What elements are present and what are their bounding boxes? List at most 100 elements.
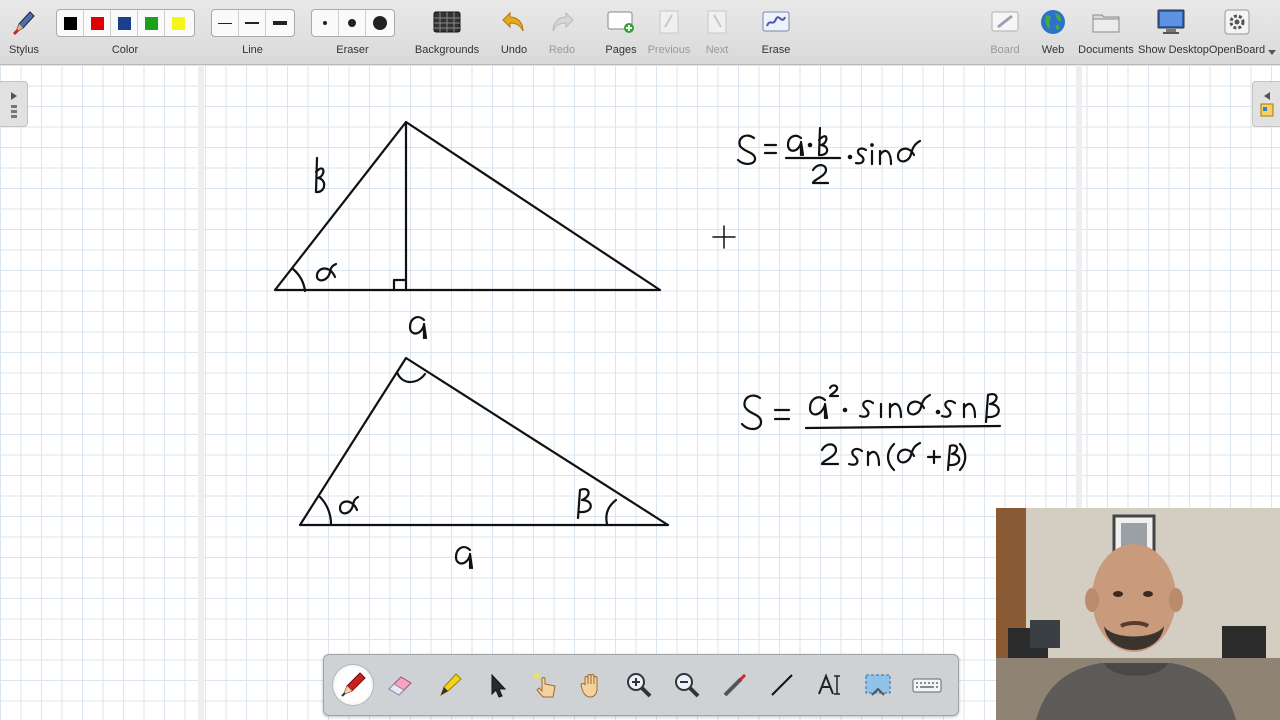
triangle-1: [273, 120, 662, 340]
presenter-video-frame: [996, 508, 1280, 720]
hand-icon: [580, 674, 598, 698]
formula-1: [736, 126, 922, 185]
arrow-cursor-icon: [491, 673, 507, 698]
next-page-icon: [702, 8, 732, 36]
previous-button[interactable]: Previous: [646, 0, 692, 64]
eraser-tool-button[interactable]: [380, 665, 420, 705]
laser-pointer-tool-button[interactable]: [525, 665, 565, 705]
previous-label: Previous: [647, 44, 691, 56]
tri1-b-label-glyph: [314, 156, 326, 194]
presenter-webcam-video: [996, 508, 1280, 720]
add-page-icon: [606, 8, 636, 36]
tri2-alpha-glyph: [338, 495, 360, 515]
keyboard-tool-button[interactable]: [907, 665, 947, 705]
color-green[interactable]: [138, 10, 165, 36]
show-desktop-button[interactable]: Show Desktop: [1138, 0, 1209, 64]
color-picker: [56, 9, 195, 37]
color-group: Color: [56, 0, 195, 64]
eraser-icon: [388, 676, 412, 696]
zoom-in-icon: [627, 673, 652, 698]
laser-pointer-icon: [723, 673, 747, 697]
board-label: Board: [990, 44, 1020, 56]
next-button[interactable]: Next: [697, 0, 737, 64]
pages-button[interactable]: Pages: [600, 0, 642, 64]
text-tool-button[interactable]: [810, 665, 850, 705]
gear-icon: [1222, 8, 1252, 36]
erase-label: Erase: [761, 44, 791, 56]
line-group: Line: [211, 0, 295, 64]
line-tool-button[interactable]: [762, 665, 802, 705]
stylus-label: Stylus: [9, 44, 39, 56]
monitor-icon: [1156, 8, 1186, 36]
documents-button[interactable]: Documents: [1078, 0, 1134, 64]
board-button[interactable]: Board: [985, 0, 1025, 64]
pen-tool-button[interactable]: [333, 665, 373, 705]
tri1-a-label-glyph: [408, 316, 428, 340]
pages-label: Pages: [605, 44, 637, 56]
web-button[interactable]: Web: [1033, 0, 1073, 64]
pointer-tool-button[interactable]: [715, 665, 755, 705]
keyboard-icon: [912, 678, 942, 693]
dropdown-arrow-icon[interactable]: [1268, 50, 1276, 55]
eraser-medium[interactable]: [339, 10, 366, 36]
erase-board-icon: [761, 8, 791, 36]
web-label: Web: [1041, 44, 1065, 56]
erase-button[interactable]: Erase: [755, 0, 797, 64]
capture-tool-button[interactable]: [858, 665, 898, 705]
line-thin[interactable]: [212, 10, 239, 36]
highlighter-icon: [440, 673, 462, 697]
marker-tool-button[interactable]: [429, 665, 469, 705]
line-width-picker: [211, 9, 295, 37]
eraser-label: Eraser: [336, 44, 369, 56]
stylus-icon: [9, 8, 39, 36]
globe-icon: [1038, 8, 1068, 36]
undo-button[interactable]: Undo: [494, 0, 534, 64]
line-medium[interactable]: [239, 10, 266, 36]
line-thick[interactable]: [266, 10, 293, 36]
interact-hand-icon: [534, 673, 556, 698]
capture-icon: [865, 674, 891, 696]
color-black[interactable]: [57, 10, 84, 36]
color-red[interactable]: [84, 10, 111, 36]
crosshair-cursor: [712, 225, 736, 249]
board-icon: [990, 8, 1020, 36]
color-yellow[interactable]: [165, 10, 192, 36]
show-desktop-label: Show Desktop: [1138, 44, 1209, 56]
redo-icon: [547, 8, 577, 36]
line-label: Line: [242, 44, 263, 56]
tri2-beta-glyph: [576, 488, 592, 520]
eraser-large[interactable]: [366, 10, 393, 36]
tri2-a-label-glyph: [454, 546, 474, 570]
formula-2: [740, 384, 1002, 472]
color-label: Color: [111, 44, 139, 56]
backgrounds-label: Backgrounds: [414, 44, 480, 56]
selector-tool-button[interactable]: [477, 665, 517, 705]
zoom-in-tool-button[interactable]: [619, 665, 659, 705]
folder-icon: [1091, 8, 1121, 36]
next-label: Next: [705, 44, 729, 56]
undo-label: Undo: [500, 44, 528, 56]
eraser-group: Eraser: [311, 0, 395, 64]
triangle-2: [298, 356, 670, 570]
zoom-out-tool-button[interactable]: [667, 665, 707, 705]
top-toolbar: Stylus Color Line Eraser Backgrounds Und…: [0, 0, 1280, 65]
openboard-label: OpenBoard: [1208, 44, 1266, 56]
hand-tool-button[interactable]: [572, 665, 612, 705]
openboard-menu-button[interactable]: OpenBoard: [1208, 0, 1266, 64]
pen-icon: [341, 672, 366, 697]
eraser-size-picker: [311, 9, 395, 37]
zoom-out-icon: [675, 673, 700, 698]
backgrounds-button[interactable]: Backgrounds: [412, 0, 482, 64]
line-icon: [771, 674, 793, 696]
tri1-alpha-glyph: [315, 262, 338, 282]
text-icon: [818, 673, 840, 695]
documents-label: Documents: [1078, 44, 1134, 56]
eraser-small[interactable]: [312, 10, 339, 36]
previous-page-icon: [654, 8, 684, 36]
redo-button[interactable]: Redo: [542, 0, 582, 64]
color-blue[interactable]: [111, 10, 138, 36]
redo-label: Redo: [548, 44, 576, 56]
grid-background-icon: [432, 8, 462, 36]
stylus-button[interactable]: Stylus: [0, 0, 48, 64]
undo-icon: [499, 8, 529, 36]
